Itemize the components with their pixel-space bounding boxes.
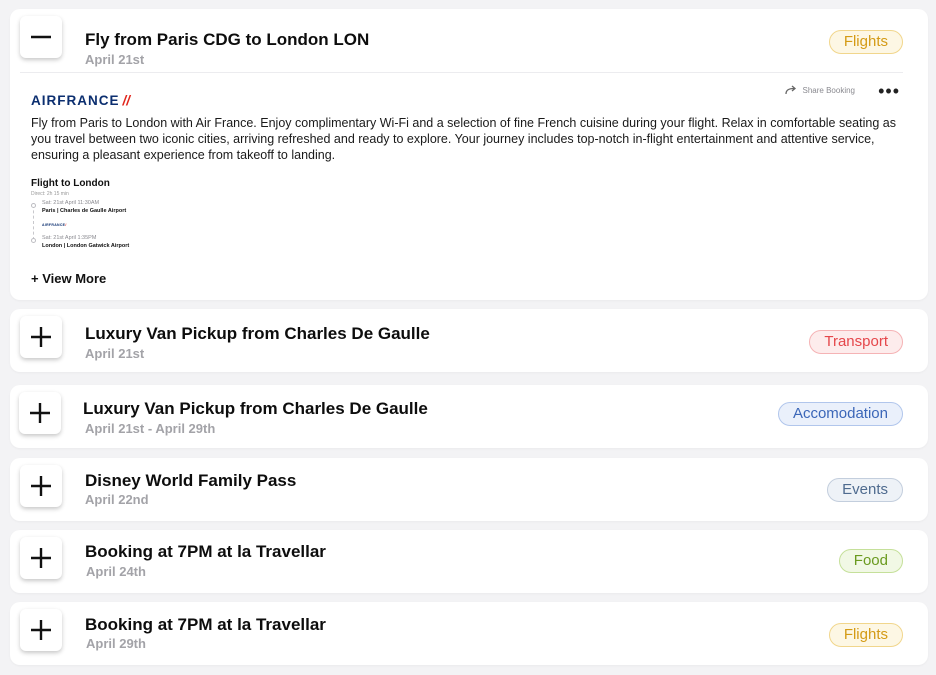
item-title: Booking at 7PM at la Travellar <box>85 615 326 634</box>
flight-heading: Flight to London <box>31 178 110 189</box>
expand-button[interactable] <box>20 465 62 507</box>
flight-timeline <box>33 205 34 240</box>
flight-duration: Direct: 2h 15 min <box>31 191 69 197</box>
departure-dot <box>31 203 36 208</box>
category-badge: Flights <box>828 30 903 54</box>
plus-icon <box>31 620 51 640</box>
expand-button[interactable] <box>19 392 61 434</box>
share-booking-button[interactable]: Share Booking <box>784 85 855 95</box>
departure-time: Sat: 21st April 11:30AM <box>42 200 100 206</box>
item-title: Disney World Family Pass <box>85 471 297 490</box>
category-badge: Transport <box>809 330 903 354</box>
item-date: April 21st <box>85 52 145 67</box>
plus-icon <box>31 548 51 568</box>
item-date: April 29th <box>86 636 146 651</box>
item-date: April 21st <box>85 346 145 361</box>
item-title: Booking at 7PM at la Travellar <box>85 542 326 561</box>
arrival-dot <box>31 238 36 243</box>
arrival-time: Sat: 21st April 1:35PM <box>42 235 97 241</box>
more-dots-icon[interactable]: ••• <box>878 81 900 102</box>
category-badge: Flights <box>828 623 903 647</box>
itinerary-card-events[interactable]: Disney World Family Pass April 22nd Even… <box>10 458 928 521</box>
itinerary-card-flight: Fly from Paris CDG to London LON April 2… <box>10 9 928 300</box>
item-date: April 21st - April 29th <box>85 421 216 436</box>
itinerary-card-accomodation[interactable]: Luxury Van Pickup from Charles De Gaulle… <box>10 385 928 448</box>
divider <box>20 72 903 73</box>
airline-logo: AIRFRANCE// <box>31 93 131 108</box>
plus-icon <box>31 476 51 496</box>
share-booking-label: Share Booking <box>802 85 855 95</box>
minus-icon <box>31 35 51 39</box>
flight-description: Fly from Paris to London with Air France… <box>31 116 896 162</box>
category-badge: Food <box>838 549 903 573</box>
itinerary-card-transport[interactable]: Luxury Van Pickup from Charles De Gaulle… <box>10 309 928 372</box>
category-badge: Accomodation <box>777 402 903 426</box>
expand-button[interactable] <box>20 609 62 651</box>
item-date: April 24th <box>86 564 146 579</box>
expand-button[interactable] <box>20 316 62 358</box>
plus-icon <box>30 403 50 423</box>
item-title: Fly from Paris CDG to London LON <box>85 30 370 49</box>
itinerary-card-flight-2[interactable]: Booking at 7PM at la Travellar April 29t… <box>10 602 928 665</box>
arrival-place: London | London Gatwick Airport <box>42 243 130 249</box>
collapse-button[interactable] <box>20 16 62 58</box>
share-arrow-icon <box>784 85 796 95</box>
category-badge: Events <box>827 478 903 502</box>
item-title: Luxury Van Pickup from Charles De Gaulle <box>85 324 430 343</box>
item-date: April 22nd <box>85 492 149 507</box>
carrier-logo: AIRFRANCE/ <box>42 223 67 227</box>
expand-button[interactable] <box>20 537 62 579</box>
departure-place: Paris | Charles de Gaulle Airport <box>42 208 127 214</box>
view-more-link[interactable]: + View More <box>31 271 106 286</box>
item-title: Luxury Van Pickup from Charles De Gaulle <box>83 399 428 418</box>
itinerary-card-food[interactable]: Booking at 7PM at la Travellar April 24t… <box>10 530 928 593</box>
plus-icon <box>31 327 51 347</box>
